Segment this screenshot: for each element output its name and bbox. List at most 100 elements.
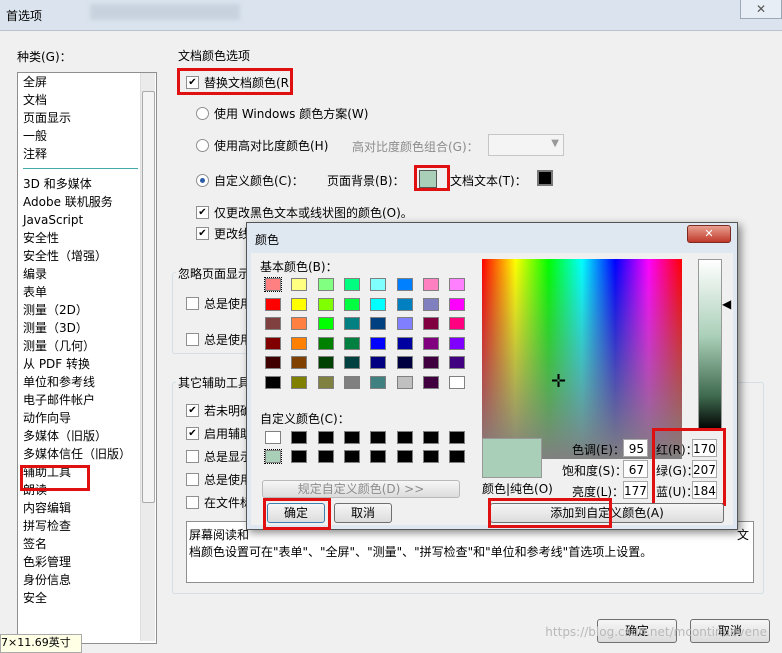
color-swatch[interactable] <box>396 278 413 291</box>
category-item[interactable]: 内容编辑 <box>18 499 156 517</box>
color-swatch[interactable] <box>449 375 466 389</box>
color-swatch[interactable] <box>291 317 308 330</box>
color-swatch[interactable] <box>264 449 282 464</box>
category-item[interactable]: 多媒体（旧版） <box>18 427 156 445</box>
color-swatch[interactable] <box>343 336 360 350</box>
color-swatch[interactable] <box>317 375 334 389</box>
category-item[interactable]: 文档 <box>18 91 156 109</box>
color-swatch[interactable] <box>370 431 387 444</box>
color-swatch[interactable] <box>422 278 439 291</box>
color-swatch[interactable] <box>343 356 360 369</box>
color-swatch[interactable] <box>343 278 360 291</box>
color-swatch[interactable] <box>370 317 387 330</box>
category-item[interactable]: 签名 <box>18 535 156 553</box>
other-opt5-row[interactable]: 在文件标 <box>186 494 252 511</box>
high-contrast-radio[interactable] <box>196 139 209 152</box>
use-windows-row[interactable]: 使用 Windows 颜色方案(W) <box>196 105 368 122</box>
category-item[interactable]: 从 PDF 转换 <box>18 355 156 373</box>
category-item[interactable]: 动作向导 <box>18 409 156 427</box>
change-line-row[interactable]: ✔ 更改线 <box>196 225 250 242</box>
scrollbar-thumb[interactable] <box>142 91 155 503</box>
color-swatch[interactable] <box>265 375 281 389</box>
category-item[interactable]: 页面显示 <box>18 109 156 127</box>
other-opt1-checkbox[interactable]: ✔ <box>186 404 199 417</box>
color-swatch[interactable] <box>265 431 281 444</box>
hue-input[interactable]: 95 <box>623 439 648 457</box>
color-swatch[interactable] <box>422 336 439 350</box>
color-swatch[interactable] <box>449 278 466 291</box>
define-custom-button[interactable]: 规定自定义颜色(D) >> <box>262 480 460 498</box>
other-opt3-row[interactable]: 总是显示 <box>186 448 252 465</box>
color-swatch[interactable] <box>422 297 439 311</box>
color-swatch[interactable] <box>370 450 387 463</box>
close-button[interactable]: ✕ <box>740 0 782 19</box>
color-swatch[interactable] <box>422 450 439 463</box>
color-swatch[interactable] <box>317 431 334 444</box>
dialog-cancel-button[interactable]: 取消 <box>334 503 392 523</box>
color-swatch[interactable] <box>265 336 281 350</box>
category-item[interactable]: 测量（2D） <box>18 301 156 319</box>
category-item[interactable]: 安全 <box>18 589 156 607</box>
category-item[interactable]: 身份信息 <box>18 571 156 589</box>
other-opt4-row[interactable]: 总是使用 <box>186 471 252 488</box>
category-item[interactable]: 编录 <box>18 265 156 283</box>
color-swatch[interactable] <box>422 431 439 444</box>
color-swatch[interactable] <box>396 450 413 463</box>
color-swatch[interactable] <box>343 317 360 330</box>
color-swatch[interactable] <box>449 317 466 330</box>
color-swatch[interactable] <box>343 375 360 389</box>
category-item[interactable]: 注释 <box>18 145 156 163</box>
color-swatch[interactable] <box>396 375 413 389</box>
ignore-opt2-checkbox[interactable] <box>186 333 199 346</box>
color-swatch[interactable] <box>317 450 334 463</box>
category-item[interactable]: 拼写检查 <box>18 517 156 535</box>
only-black-row[interactable]: ✔ 仅更改黑色文本或线状图的颜色(O)。 <box>196 204 413 221</box>
color-swatch[interactable] <box>370 278 387 291</box>
doc-text-swatch[interactable] <box>537 170 553 186</box>
custom-colors-radio[interactable] <box>196 174 209 187</box>
color-swatch[interactable] <box>317 356 334 369</box>
slider-arrow-icon[interactable]: ◀ <box>722 297 731 311</box>
color-swatch[interactable] <box>343 431 360 444</box>
category-item[interactable]: 表单 <box>18 283 156 301</box>
color-swatch[interactable] <box>396 317 413 330</box>
color-swatch[interactable] <box>343 297 360 311</box>
color-swatch[interactable] <box>370 375 387 389</box>
color-swatch[interactable] <box>291 450 308 463</box>
color-swatch[interactable] <box>291 356 308 369</box>
custom-colors-row[interactable]: 自定义颜色(C)： <box>196 172 304 189</box>
only-black-checkbox[interactable]: ✔ <box>196 206 209 219</box>
color-swatch[interactable] <box>317 336 334 350</box>
color-swatch[interactable] <box>449 431 466 444</box>
ignore-opt2-row[interactable]: 总是使用 <box>186 331 252 348</box>
category-item[interactable]: 色彩管理 <box>18 553 156 571</box>
category-item[interactable]: 安全性 <box>18 229 156 247</box>
category-item[interactable]: Adobe 联机服务 <box>18 193 156 211</box>
category-item[interactable]: 安全性（增强） <box>18 247 156 265</box>
category-item[interactable]: 测量（3D） <box>18 319 156 337</box>
color-swatch[interactable] <box>291 336 308 350</box>
color-swatch[interactable] <box>343 450 360 463</box>
other-opt4-checkbox[interactable] <box>186 473 199 486</box>
category-item[interactable]: 单位和参考线 <box>18 373 156 391</box>
color-swatch[interactable] <box>422 317 439 330</box>
category-item[interactable]: 电子邮件帐户 <box>18 391 156 409</box>
color-swatch[interactable] <box>449 297 466 311</box>
color-swatch[interactable] <box>291 431 308 444</box>
color-swatch[interactable] <box>265 356 281 369</box>
category-item[interactable]: JavaScript <box>18 211 156 229</box>
other-opt3-checkbox[interactable] <box>186 450 199 463</box>
other-opt2-checkbox[interactable]: ✔ <box>186 427 199 440</box>
color-swatch[interactable] <box>291 375 308 389</box>
high-contrast-row[interactable]: 使用高对比度颜色(H) <box>196 137 328 154</box>
luminance-slider[interactable] <box>698 259 722 431</box>
color-swatch[interactable] <box>317 278 334 291</box>
use-windows-radio[interactable] <box>196 107 209 120</box>
color-swatch[interactable] <box>396 356 413 369</box>
category-item[interactable]: 测量（几何） <box>18 337 156 355</box>
category-item[interactable]: 3D 和多媒体 <box>18 175 156 193</box>
color-swatch[interactable] <box>396 336 413 350</box>
ignore-opt1-checkbox[interactable] <box>186 297 199 310</box>
category-list[interactable]: 全屏 文档 页面显示 一般 注释 3D 和多媒体 Adobe 联机服务 JavaScript… <box>17 72 157 644</box>
color-swatch[interactable] <box>317 297 334 311</box>
